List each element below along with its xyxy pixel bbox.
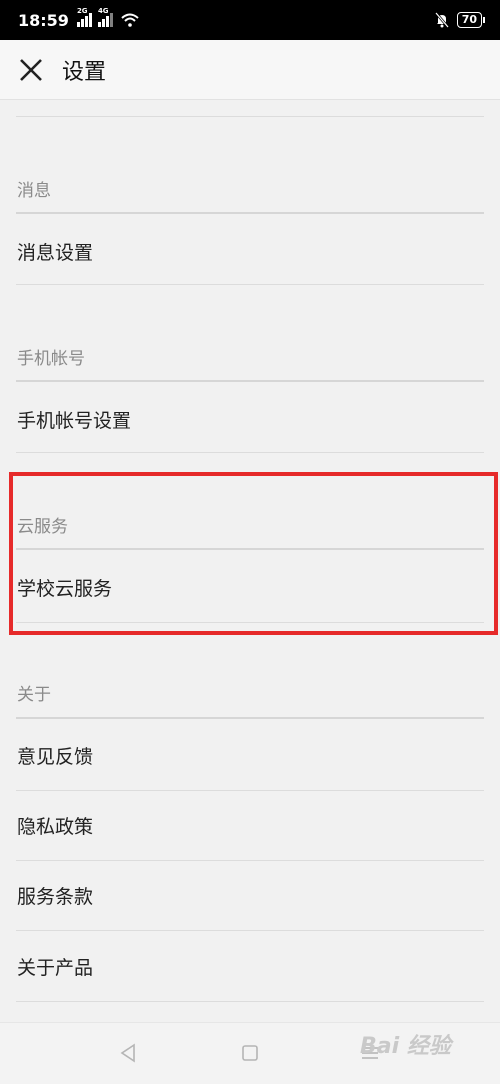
network-type-label: 2G — [76, 7, 88, 15]
divider — [16, 380, 484, 382]
status-bar: 18:59 2G 4G 70 — [0, 0, 500, 40]
item-message-settings[interactable]: 消息设置 — [17, 238, 93, 265]
close-button[interactable] — [16, 55, 46, 85]
status-time: 18:59 — [18, 10, 69, 30]
divider — [16, 790, 484, 791]
divider — [16, 116, 484, 117]
divider — [16, 212, 484, 214]
section-title-message: 消息 — [17, 181, 51, 201]
item-about-product[interactable]: 关于产品 — [17, 953, 93, 980]
page-title: 设置 — [62, 59, 107, 85]
app-header: 设置 — [0, 40, 500, 100]
item-phone-account-settings[interactable]: 手机帐号设置 — [17, 406, 131, 433]
divider — [16, 1001, 484, 1002]
item-feedback[interactable]: 意见反馈 — [17, 742, 93, 769]
back-icon[interactable] — [116, 1041, 140, 1065]
network-type-label: 4G — [97, 7, 109, 15]
watermark: Bai 经验 — [360, 1034, 451, 1059]
item-terms-of-service[interactable]: 服务条款 — [17, 882, 93, 909]
mute-bell-icon — [434, 12, 449, 28]
divider — [16, 284, 484, 285]
signal-icon: 4G — [97, 7, 113, 27]
signal-icon: 2G — [76, 7, 92, 27]
status-right: 70 — [434, 12, 486, 28]
highlight-box — [9, 472, 498, 635]
divider — [16, 717, 484, 719]
close-icon — [20, 58, 42, 81]
divider — [16, 452, 484, 453]
wifi-icon — [121, 13, 139, 27]
battery-indicator: 70 — [456, 12, 486, 28]
section-title-about: 关于 — [17, 685, 51, 705]
home-icon[interactable] — [238, 1041, 262, 1065]
section-title-phone-account: 手机帐号 — [17, 349, 85, 369]
divider — [16, 930, 484, 931]
item-privacy-policy[interactable]: 隐私政策 — [17, 812, 93, 839]
divider — [16, 860, 484, 861]
